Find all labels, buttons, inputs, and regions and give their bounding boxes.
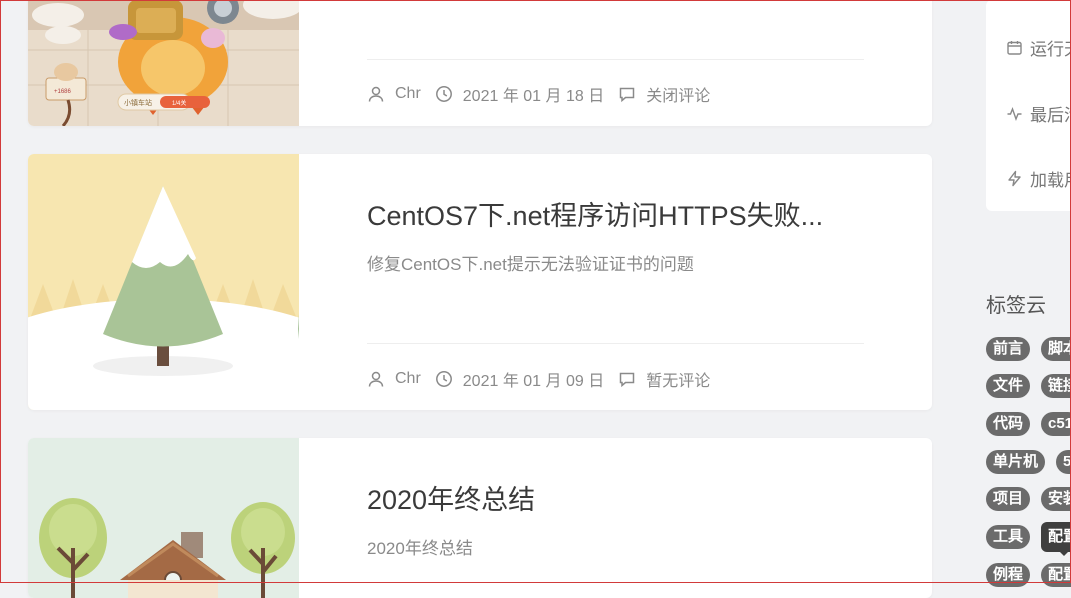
post-card[interactable]: CentOS7下.net程序访问HTTPS失败... 修复CentOS下.net…: [28, 154, 932, 410]
post-divider: [367, 59, 864, 60]
post-card[interactable]: +1686 小镇车站 1/4关 Chr 2021 年 01 月 18 日 关闭评…: [28, 0, 932, 126]
post-author[interactable]: Chr: [395, 85, 421, 103]
tag-link[interactable]: 单片机: [986, 450, 1046, 474]
clock-icon: [435, 85, 453, 103]
tag-link[interactable]: 脚本: [1041, 337, 1071, 361]
user-icon: [367, 85, 385, 103]
post-meta: Chr 2021 年 01 月 18 日 关闭评论: [367, 82, 710, 106]
stat-label: 运行天: [1030, 40, 1071, 59]
stat-label: 加载用: [1030, 171, 1071, 190]
stat-last-active: 最后活: [1006, 101, 1071, 126]
post-thumbnail[interactable]: +1686 小镇车站 1/4关: [28, 0, 299, 126]
tag-link[interactable]: 例程: [986, 563, 1031, 587]
thumb-station: 小镇车站: [124, 98, 152, 107]
thumb-score: +1686: [54, 89, 72, 95]
tooltip-arrow: [1058, 550, 1070, 556]
tag-cloud-title: 标签云: [986, 295, 1046, 317]
post-card[interactable]: 2020年终总结 2020年终总结: [28, 438, 932, 598]
lightning-icon: [1006, 170, 1023, 187]
tag-link[interactable]: 代码: [986, 412, 1031, 436]
stat-load-time: 加载用: [1006, 166, 1071, 191]
tag-link[interactable]: 51: [1056, 450, 1071, 474]
stat-uptime: 运行天: [1006, 35, 1071, 60]
activity-icon: [1006, 105, 1023, 122]
tag-link-hovered[interactable]: 配置: [1041, 522, 1071, 552]
post-excerpt: 2020年终总结: [367, 539, 473, 558]
tag-link[interactable]: 配置: [1041, 563, 1071, 587]
post-title[interactable]: 2020年终总结: [367, 478, 535, 517]
post-comments[interactable]: 暂无评论: [646, 367, 710, 391]
post-divider: [367, 343, 864, 344]
comment-icon: [618, 85, 636, 103]
tag-link[interactable]: 文件: [986, 374, 1031, 398]
tag-link[interactable]: 工具: [986, 525, 1031, 549]
tag-link[interactable]: 链接: [1041, 374, 1071, 398]
tag-link[interactable]: 安装: [1041, 487, 1071, 511]
post-title[interactable]: CentOS7下.net程序访问HTTPS失败...: [367, 194, 823, 233]
tag-link[interactable]: 项目: [986, 487, 1031, 511]
clock-icon: [435, 370, 453, 388]
post-author[interactable]: Chr: [395, 370, 421, 388]
stat-label: 最后活: [1030, 106, 1071, 125]
post-date: 2021 年 01 月 09 日: [462, 373, 605, 390]
post-thumbnail[interactable]: [28, 438, 299, 598]
thumb-level: 1/4关: [172, 99, 186, 107]
user-icon: [367, 370, 385, 388]
post-comments[interactable]: 关闭评论: [646, 82, 710, 106]
post-excerpt: 修复CentOS下.net提示无法验证证书的问题: [367, 255, 694, 274]
calendar-icon: [1006, 39, 1023, 56]
tag-link[interactable]: 前言: [986, 337, 1031, 361]
post-date: 2021 年 01 月 18 日: [462, 88, 605, 105]
post-thumbnail[interactable]: [28, 154, 299, 410]
post-meta: Chr 2021 年 01 月 09 日 暂无评论: [367, 367, 710, 391]
tag-link[interactable]: c51: [1041, 412, 1071, 436]
comment-icon: [618, 370, 636, 388]
